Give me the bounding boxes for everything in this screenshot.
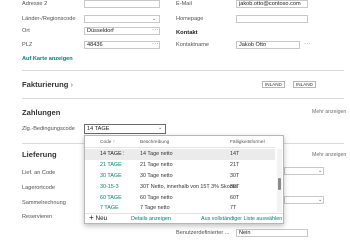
fakturierung-chip-1: INLAND bbox=[262, 81, 285, 88]
footer-divider bbox=[85, 213, 283, 214]
row-code: 21 TAGE bbox=[100, 162, 122, 168]
homepage-field[interactable] bbox=[236, 15, 308, 23]
row-actions-icon[interactable]: ⋮ bbox=[121, 149, 127, 160]
adresse2-field[interactable] bbox=[84, 0, 160, 8]
homepage-label: Homepage bbox=[176, 16, 204, 22]
zahlungen-title[interactable]: Zahlungen bbox=[22, 108, 60, 117]
adresse2-label: Adresse 2 bbox=[22, 1, 48, 7]
reservieren-label: Reservieren bbox=[22, 214, 53, 220]
header-divider bbox=[85, 147, 275, 148]
region-field[interactable] bbox=[84, 15, 160, 23]
plz-label: PLZ bbox=[22, 42, 33, 48]
kontaktname-lookup-icon[interactable]: ··· bbox=[304, 41, 311, 47]
lookup-row[interactable]: 30 TAGE 30 Tage netto 30T bbox=[85, 171, 275, 182]
lieferung-title[interactable]: Lieferung bbox=[22, 150, 57, 159]
details-button[interactable]: Details anzeigen bbox=[131, 216, 171, 222]
chevron-down-icon[interactable]: ⌄ bbox=[318, 168, 322, 174]
row-formula: 30T bbox=[230, 173, 240, 179]
col-code-header[interactable]: Code ↑ bbox=[100, 140, 115, 145]
lookup-row[interactable]: 60 TAGE 60 Tage netto 60T bbox=[85, 193, 275, 204]
full-list-button[interactable]: Aus vollständiger Liste auswählen bbox=[201, 216, 282, 222]
benutzer-label: Benutzerdefinierter ... bbox=[176, 230, 230, 236]
benutzer-field[interactable]: Nein bbox=[236, 229, 308, 237]
row-formula: 60T bbox=[230, 195, 240, 201]
kontakt-heading: Kontakt bbox=[176, 30, 198, 36]
lookup-row[interactable]: 30-15-3 30T Netto, innerhalb von 15T 3% … bbox=[85, 182, 275, 193]
sammelrechnung-label: Sammelrechnung bbox=[22, 200, 66, 206]
row-desc: 14 Tage netto bbox=[140, 151, 173, 157]
col-formula-header[interactable]: Fälligkeitsformel bbox=[230, 140, 265, 145]
row-code: 14 TAGE bbox=[100, 151, 122, 157]
row-desc: 30T Netto, innerhalb von 15T 3% Skonto bbox=[140, 184, 238, 190]
new-label: Neu bbox=[95, 215, 108, 222]
ort-lookup-icon[interactable]: ··· bbox=[152, 27, 159, 33]
zlg-field[interactable]: 14 TAGE bbox=[84, 124, 166, 134]
lookup-row[interactable]: 14 TAGE 14 Tage netto 14T ⋮ bbox=[85, 149, 275, 160]
fakturierung-chip-2: INLAND bbox=[293, 81, 316, 88]
row-desc: 60 Tage netto bbox=[140, 195, 173, 201]
lief-an-code-label: Lief. an Code bbox=[22, 170, 56, 176]
new-button[interactable]: + Neu bbox=[89, 213, 108, 223]
zlg-label: Zlg.-Bedingungscode bbox=[22, 126, 75, 132]
show-on-map-link[interactable]: Auf Karte anzeigen bbox=[22, 56, 73, 62]
row-formula: 7T bbox=[230, 205, 237, 211]
row-desc: 7 Tage netto bbox=[140, 205, 170, 211]
lieferung-more-link[interactable]: Mehr anzeigen bbox=[312, 152, 346, 158]
row-desc: 21 Tage netto bbox=[140, 162, 173, 168]
row-code: 30-15-3 bbox=[100, 184, 119, 190]
lookup-dropdown[interactable]: Code ↑ Beschreibung Fälligkeitsformel 14… bbox=[84, 135, 284, 224]
chevron-down-icon[interactable]: ⌄ bbox=[152, 16, 156, 22]
fakturierung-title: Fakturierung bbox=[22, 80, 69, 89]
ort-label: Ort bbox=[22, 28, 30, 34]
region-label: Länder-/Regionscode bbox=[22, 16, 76, 22]
chevron-down-icon[interactable]: ⌄ bbox=[318, 197, 322, 203]
row-formula: 14T bbox=[230, 151, 240, 157]
plz-lookup-icon[interactable]: ··· bbox=[152, 41, 159, 47]
ort-field[interactable]: Düsseldorf bbox=[84, 27, 160, 35]
chevron-down-icon[interactable]: ⌄ bbox=[158, 125, 162, 131]
section-divider bbox=[22, 70, 344, 71]
row-desc: 30 Tage netto bbox=[140, 173, 173, 179]
plus-icon: + bbox=[89, 213, 94, 222]
kontaktname-label: Kontaktname bbox=[176, 42, 209, 48]
section-divider bbox=[22, 98, 344, 99]
lookup-row[interactable]: 7 TAGE 7 Tage netto 7T bbox=[85, 204, 275, 212]
lagerortcode-label: Lagerortcode bbox=[22, 185, 55, 191]
fakturierung-header[interactable]: Fakturierung › bbox=[22, 80, 73, 89]
plz-field[interactable]: 48436 bbox=[84, 41, 160, 49]
lookup-row[interactable]: 21 TAGE 21 Tage netto 21T bbox=[85, 160, 275, 171]
row-formula: 21T bbox=[230, 162, 240, 168]
row-code: 7 TAGE bbox=[100, 205, 119, 211]
scrollbar-thumb[interactable] bbox=[278, 178, 281, 190]
email-field[interactable]: jakob.otto@contoso.com bbox=[236, 0, 308, 8]
email-label: E-Mail bbox=[176, 1, 192, 7]
row-code: 30 TAGE bbox=[100, 173, 122, 179]
chevron-right-icon: › bbox=[70, 80, 74, 89]
row-formula: 30T bbox=[230, 184, 240, 190]
row-code: 60 TAGE bbox=[100, 195, 122, 201]
col-desc-header[interactable]: Beschreibung bbox=[140, 140, 169, 145]
zahlungen-more-link[interactable]: Mehr anzeigen bbox=[312, 109, 346, 115]
kontaktname-field[interactable]: Jakob Otto bbox=[236, 41, 300, 49]
